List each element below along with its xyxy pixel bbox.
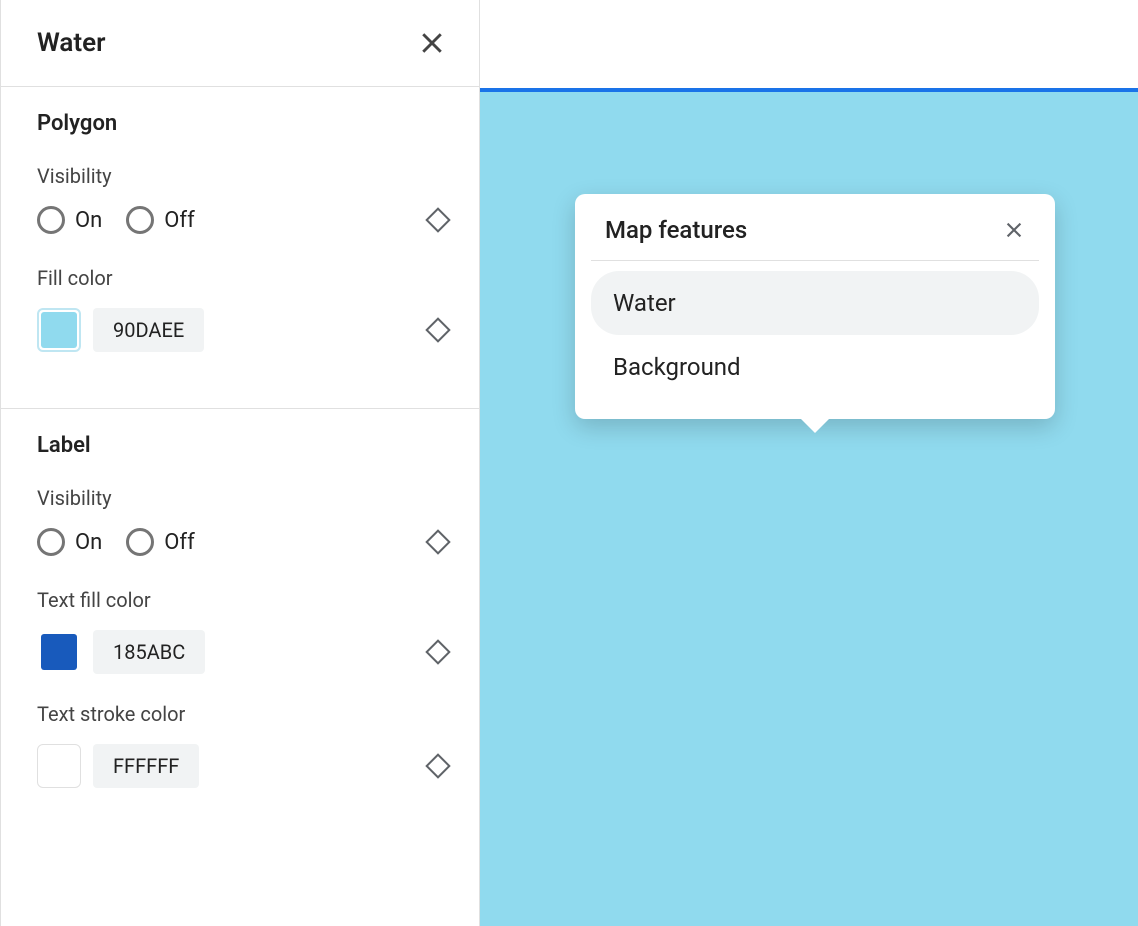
polygon-visibility-off[interactable]: Off — [126, 206, 194, 234]
text-fill-color-group: 185ABC — [37, 630, 417, 674]
polygon-fill-row: 90DAEE — [37, 308, 447, 352]
polygon-heading: Polygon — [37, 111, 447, 136]
color-swatch-icon — [41, 634, 77, 670]
polygon-visibility-on[interactable]: On — [37, 206, 102, 234]
preview-topbar — [480, 0, 1138, 88]
label-visibility-row: On Off — [37, 528, 447, 556]
label-section: Label Visibility On Off Text fill color — [1, 409, 479, 816]
radio-off-label: Off — [164, 208, 194, 233]
text-fill-override-indicator[interactable] — [425, 639, 450, 664]
popup-close-button[interactable] — [1003, 219, 1025, 241]
sidebar-title: Water — [37, 28, 105, 58]
text-fill-label: Text fill color — [37, 588, 447, 612]
label-visibility-override-indicator[interactable] — [425, 529, 450, 554]
popup-item-background[interactable]: Background — [591, 335, 1039, 399]
polygon-fill-swatch-button[interactable] — [37, 308, 81, 352]
polygon-visibility-label: Visibility — [37, 164, 447, 188]
color-swatch-icon — [41, 748, 77, 784]
polygon-visibility-override-indicator[interactable] — [425, 207, 450, 232]
close-button[interactable] — [417, 28, 447, 58]
radio-on-label: On — [75, 530, 102, 555]
close-icon — [1003, 219, 1025, 241]
label-visibility-off[interactable]: Off — [126, 528, 194, 556]
radio-off-label: Off — [164, 530, 194, 555]
polygon-fill-override-indicator[interactable] — [425, 317, 450, 342]
radio-icon — [126, 528, 154, 556]
label-visibility-label: Visibility — [37, 486, 447, 510]
text-stroke-row: FFFFFF — [37, 744, 447, 788]
map-preview-pane: Map features Water Background — [480, 0, 1138, 926]
polygon-fill-color-group: 90DAEE — [37, 308, 417, 352]
polygon-section: Polygon Visibility On Off Fill color — [1, 87, 479, 409]
polygon-fill-hex-input[interactable]: 90DAEE — [93, 308, 204, 352]
map-canvas[interactable]: Map features Water Background — [480, 92, 1138, 926]
map-features-popup: Map features Water Background — [575, 194, 1055, 419]
text-stroke-override-indicator[interactable] — [425, 753, 450, 778]
radio-icon — [37, 206, 65, 234]
text-stroke-hex-input[interactable]: FFFFFF — [93, 744, 199, 788]
text-stroke-swatch-button[interactable] — [37, 744, 81, 788]
popup-header: Map features — [591, 216, 1039, 261]
label-visibility-on[interactable]: On — [37, 528, 102, 556]
style-sidebar: Water Polygon Visibility On Off Fi — [0, 0, 480, 926]
close-icon — [417, 28, 447, 58]
radio-icon — [37, 528, 65, 556]
label-visibility-group: On Off — [37, 528, 419, 556]
text-fill-hex-input[interactable]: 185ABC — [93, 630, 205, 674]
radio-icon — [126, 206, 154, 234]
text-fill-swatch-button[interactable] — [37, 630, 81, 674]
text-fill-row: 185ABC — [37, 630, 447, 674]
polygon-visibility-row: On Off — [37, 206, 447, 234]
popup-item-water[interactable]: Water — [591, 271, 1039, 335]
color-swatch-icon — [41, 312, 77, 348]
radio-on-label: On — [75, 208, 102, 233]
popup-title: Map features — [605, 216, 747, 244]
sidebar-header: Water — [1, 0, 479, 87]
text-stroke-label: Text stroke color — [37, 702, 447, 726]
polygon-fill-label: Fill color — [37, 266, 447, 290]
polygon-visibility-group: On Off — [37, 206, 419, 234]
text-stroke-color-group: FFFFFF — [37, 744, 417, 788]
label-heading: Label — [37, 433, 447, 458]
